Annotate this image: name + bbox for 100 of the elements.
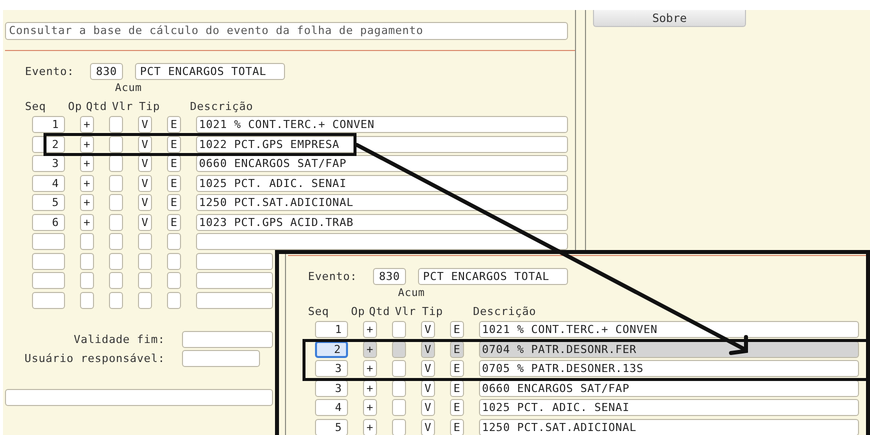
vlr-field[interactable]: V <box>421 399 435 416</box>
op-field[interactable] <box>80 272 94 289</box>
description-field[interactable] <box>196 272 273 289</box>
tip-field[interactable] <box>167 252 181 270</box>
op-field[interactable]: + <box>363 321 377 338</box>
vlr-field[interactable]: V <box>138 116 152 133</box>
op-field[interactable]: + <box>363 399 377 416</box>
seq-field[interactable]: 1 <box>32 116 65 133</box>
validity-field[interactable] <box>182 330 273 348</box>
vlr-field[interactable]: V <box>421 321 435 338</box>
seq-field[interactable]: 3 <box>315 360 348 377</box>
vlr-field[interactable]: V <box>138 174 152 192</box>
description-field[interactable] <box>196 252 273 270</box>
event-label: Evento: <box>308 270 358 282</box>
op-field[interactable]: + <box>363 360 377 377</box>
user-field[interactable] <box>182 350 260 366</box>
description-field[interactable]: Consultar a base de cálculo do evento da folha de pagamento <box>5 22 568 40</box>
tip-field[interactable]: E <box>450 360 464 377</box>
seq-field[interactable] <box>32 252 65 270</box>
qtd-field[interactable] <box>392 360 406 377</box>
tip-field[interactable]: E <box>450 418 464 435</box>
vlr-field[interactable]: V <box>138 155 152 172</box>
description-field[interactable]: 1025 PCT. ADIC. SENAI <box>479 399 859 416</box>
column-header: Qtd <box>86 100 108 113</box>
description-field[interactable] <box>196 233 568 250</box>
seq-field[interactable]: 1 <box>315 321 348 338</box>
vlr-field[interactable] <box>138 272 152 289</box>
event-name-field[interactable]: PCT ENCARGOS TOTAL <box>418 268 568 284</box>
op-field[interactable] <box>80 292 94 308</box>
op-field[interactable]: + <box>80 155 94 172</box>
vlr-field[interactable]: V <box>421 418 435 435</box>
description-field[interactable]: 1022 PCT.GPS EMPRESA <box>196 136 568 152</box>
status-field[interactable] <box>5 388 273 406</box>
op-field[interactable]: + <box>80 214 94 230</box>
seq-field[interactable] <box>32 272 65 289</box>
vlr-field[interactable] <box>138 252 152 270</box>
tip-field[interactable]: E <box>167 174 181 192</box>
seq-field[interactable] <box>32 292 65 308</box>
seq-field[interactable]: 5 <box>315 418 348 435</box>
description-field[interactable]: 0705 % PATR.DESONER.13S <box>479 360 859 377</box>
group-label: Acum <box>398 287 425 299</box>
tip-field[interactable]: E <box>450 399 464 416</box>
qtd-field[interactable] <box>109 272 123 289</box>
tip-field[interactable] <box>167 272 181 289</box>
vlr-field[interactable]: V <box>421 360 435 377</box>
column-header: Op <box>351 305 366 318</box>
vlr-field[interactable]: V <box>138 136 152 152</box>
qtd-field[interactable] <box>109 194 123 211</box>
tip-field[interactable]: E <box>167 194 181 211</box>
vlr-field[interactable]: V <box>138 194 152 211</box>
tip-field[interactable]: E <box>450 321 464 338</box>
op-field[interactable] <box>80 233 94 250</box>
qtd-field[interactable] <box>109 116 123 133</box>
seq-field[interactable] <box>32 233 65 250</box>
qtd-field[interactable] <box>109 155 123 172</box>
description-field[interactable]: 1250 PCT.SAT.ADICIONAL <box>479 418 859 435</box>
qtd-field[interactable] <box>109 136 123 152</box>
tip-field[interactable]: E <box>167 214 181 230</box>
op-field[interactable]: + <box>80 136 94 152</box>
seq-field[interactable]: 4 <box>315 399 348 416</box>
seq-field[interactable]: 3 <box>32 155 65 172</box>
event-code-field[interactable]: 830 <box>90 62 123 80</box>
validity-label: Validade fim: <box>72 332 165 346</box>
column-header: Vlr <box>112 100 134 113</box>
op-field[interactable]: + <box>363 418 377 435</box>
column-header: Tip <box>422 305 444 318</box>
qtd-field[interactable] <box>109 233 123 250</box>
vlr-field[interactable] <box>138 233 152 250</box>
tip-field[interactable]: E <box>167 136 181 152</box>
tip-field[interactable] <box>167 292 181 308</box>
tip-field[interactable] <box>167 233 181 250</box>
about-button[interactable]: Sobre <box>593 10 746 27</box>
qtd-field[interactable] <box>392 418 406 435</box>
description-field[interactable]: 1023 PCT.GPS ACID.TRAB <box>196 214 568 230</box>
seq-field[interactable]: 5 <box>32 194 65 211</box>
vlr-field[interactable] <box>138 292 152 308</box>
seq-field[interactable]: 6 <box>32 214 65 230</box>
op-field[interactable]: + <box>80 174 94 192</box>
column-header: Descrição <box>190 100 254 113</box>
description-field[interactable]: 1025 PCT. ADIC. SENAI <box>196 174 568 192</box>
qtd-field[interactable] <box>109 214 123 230</box>
op-field[interactable] <box>80 252 94 270</box>
seq-field[interactable]: 4 <box>32 174 65 192</box>
qtd-field[interactable] <box>392 321 406 338</box>
qtd-field[interactable] <box>109 174 123 192</box>
qtd-field[interactable] <box>392 399 406 416</box>
event-name-field[interactable]: PCT ENCARGOS TOTAL <box>135 62 285 80</box>
op-field[interactable]: + <box>80 194 94 211</box>
description-field[interactable]: 0660 ENCARGOS SAT/FAP <box>196 155 568 172</box>
description-field[interactable]: 1021 % CONT.TERC.+ CONVEN <box>196 116 568 133</box>
qtd-field[interactable] <box>109 292 123 308</box>
vlr-field[interactable]: V <box>138 214 152 230</box>
description-field[interactable] <box>196 292 273 308</box>
description-field[interactable]: 1021 % CONT.TERC.+ CONVEN <box>479 321 859 338</box>
event-code-field[interactable]: 830 <box>373 268 406 284</box>
description-field[interactable]: 1250 PCT.SAT.ADICIONAL <box>196 194 568 211</box>
qtd-field[interactable] <box>109 252 123 270</box>
op-field[interactable]: + <box>80 116 94 133</box>
tip-field[interactable]: E <box>167 116 181 133</box>
tip-field[interactable]: E <box>167 155 181 172</box>
